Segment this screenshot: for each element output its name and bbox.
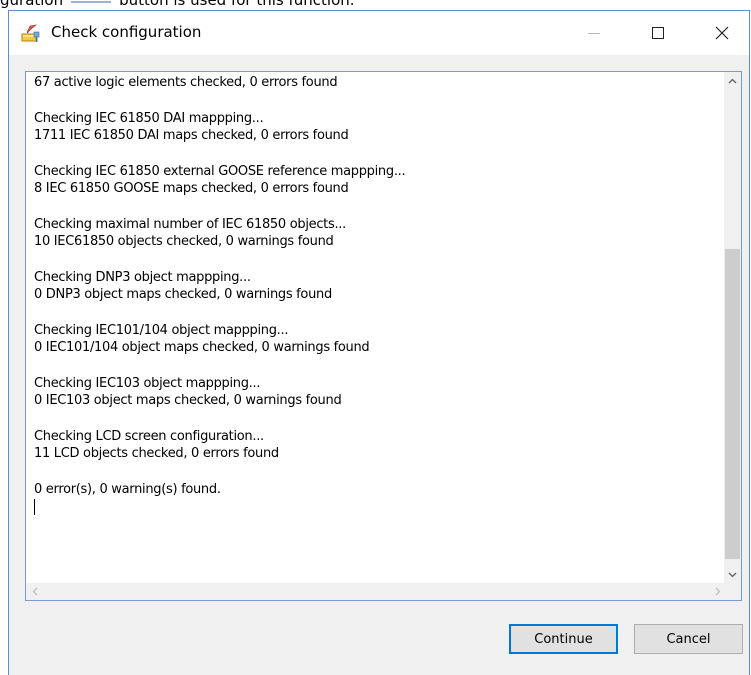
scroll-left-arrow-icon[interactable] — [26, 583, 43, 600]
log-line: Checking IEC103 object mappping... — [34, 376, 261, 391]
log-block: Checking IEC 61850 DAI mappping... 1711 I… — [34, 110, 714, 144]
scroll-up-arrow-icon[interactable] — [724, 72, 741, 89]
dialog-title: Check configuration — [51, 23, 202, 41]
background-text-right: button is used for this function. — [119, 0, 355, 9]
scrollbar-corner — [724, 583, 741, 600]
log-line: Checking IEC 61850 external GOOSE refere… — [34, 164, 406, 179]
text-cursor — [34, 499, 35, 515]
maximize-button[interactable] — [635, 11, 681, 55]
background-document-text: guration button is used for this function… — [0, 0, 751, 9]
log-block: Checking DNP3 object mappping... 0 DNP3 o… — [34, 269, 714, 303]
maximize-icon — [652, 27, 664, 39]
log-line: 0 DNP3 object maps checked, 0 warnings f… — [34, 287, 332, 302]
log-line: 0 error(s), 0 warning(s) found. — [34, 482, 221, 497]
close-button[interactable] — [699, 11, 745, 55]
log-line: 8 IEC 61850 GOOSE maps checked, 0 errors… — [34, 181, 349, 196]
log-line: Checking IEC 61850 DAI mappping... — [34, 111, 264, 126]
check-configuration-dialog: Check configuration 67 active logic elem… — [8, 10, 750, 675]
log-line: 0 IEC103 object maps checked, 0 warnings… — [34, 393, 342, 408]
log-line: 0 IEC101/104 object maps checked, 0 warn… — [34, 340, 370, 355]
close-icon — [715, 26, 729, 40]
vertical-scrollbar-thumb[interactable] — [725, 249, 740, 559]
check-configuration-icon — [21, 23, 41, 43]
title-bar[interactable]: Check configuration — [9, 11, 749, 55]
log-line: Checking IEC101/104 object mappping... — [34, 323, 289, 338]
minimize-icon — [588, 32, 600, 34]
vertical-scrollbar[interactable] — [724, 72, 741, 583]
log-block: 67 active logic elements checked, 0 erro… — [34, 74, 714, 91]
background-inline-button-image — [71, 0, 112, 3]
log-content: 67 active logic elements checked, 0 erro… — [34, 74, 714, 580]
cancel-button[interactable]: Cancel — [634, 624, 743, 654]
log-line: 10 IEC61850 objects checked, 0 warnings … — [34, 234, 334, 249]
continue-button[interactable]: Continue — [509, 624, 618, 654]
minimize-button[interactable] — [571, 11, 617, 55]
log-line: 11 LCD objects checked, 0 errors found — [34, 446, 279, 461]
log-block: 0 error(s), 0 warning(s) found. — [34, 481, 714, 515]
log-textarea[interactable]: 67 active logic elements checked, 0 erro… — [25, 71, 742, 601]
log-line: 67 active logic elements checked, 0 erro… — [34, 75, 338, 90]
horizontal-scrollbar[interactable] — [26, 583, 726, 600]
scroll-down-arrow-icon[interactable] — [724, 566, 741, 583]
log-line: Checking LCD screen configuration... — [34, 429, 264, 444]
log-block: Checking maximal number of IEC 61850 obj… — [34, 216, 714, 250]
log-line: 1711 IEC 61850 DAI maps checked, 0 error… — [34, 128, 349, 143]
log-line: Checking DNP3 object mappping... — [34, 270, 251, 285]
log-block: Checking IEC 61850 external GOOSE refere… — [34, 163, 714, 197]
log-line: Checking maximal number of IEC 61850 obj… — [34, 217, 346, 232]
background-text-left: guration — [0, 0, 64, 9]
log-block: Checking IEC101/104 object mappping... 0 … — [34, 322, 714, 356]
log-block: Checking LCD screen configuration... 11 L… — [34, 428, 714, 462]
log-block: Checking IEC103 object mappping... 0 IEC1… — [34, 375, 714, 409]
